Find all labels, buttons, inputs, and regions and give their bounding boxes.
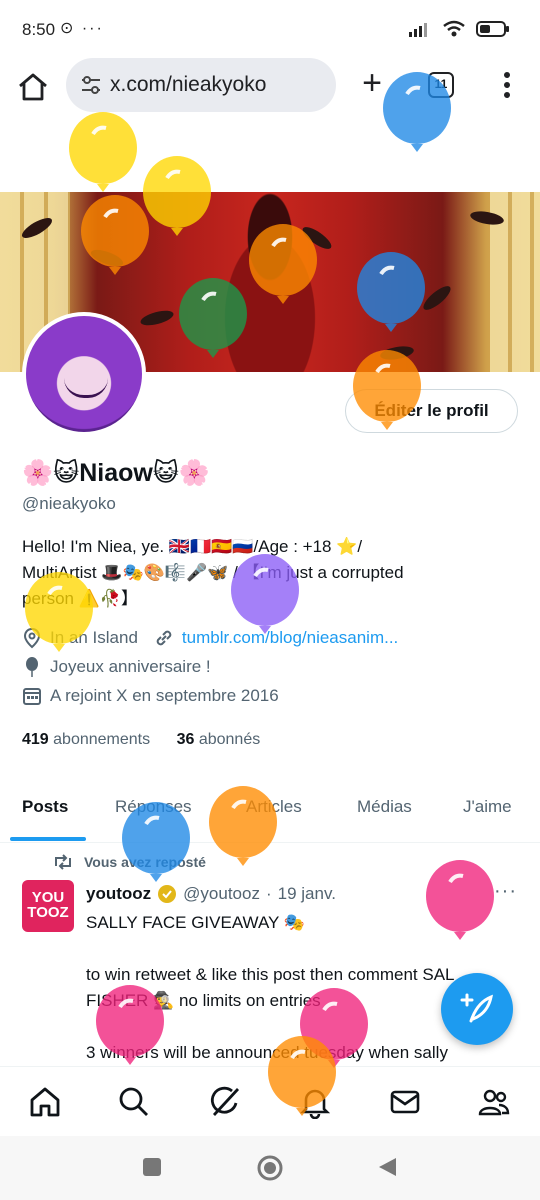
compose-feather-icon bbox=[460, 993, 494, 1023]
post-separator: · bbox=[265, 884, 272, 903]
nav-notifications-icon[interactable] bbox=[298, 1085, 332, 1119]
system-navigation-bar bbox=[0, 1136, 540, 1200]
profile-location: In an Island bbox=[50, 628, 138, 647]
bottom-navigation bbox=[0, 1066, 540, 1136]
location-pin-icon bbox=[23, 627, 41, 649]
profile-birthday: Joyeux anniversaire ! bbox=[50, 657, 211, 676]
compose-post-button[interactable] bbox=[441, 973, 513, 1045]
nav-messages-icon[interactable] bbox=[388, 1085, 422, 1119]
nav-home-icon[interactable] bbox=[28, 1085, 62, 1119]
banner-figure bbox=[200, 192, 340, 372]
followers-count: 36 bbox=[176, 731, 195, 748]
followers-label: abonnés bbox=[198, 731, 261, 748]
post-author-avatar[interactable]: YOU TOOZ bbox=[22, 880, 74, 932]
banner-leaf bbox=[88, 246, 126, 270]
tab-posts[interactable]: Posts bbox=[22, 797, 68, 817]
post-line: SALLY FACE GIVEAWAY 🎭 bbox=[86, 913, 305, 932]
profile-bio: Hello! I'm Niea, ye. 🇬🇧🇫🇷🇪🇸🇷🇺/Age : +18 … bbox=[22, 534, 492, 612]
tab-media[interactable]: Médias bbox=[357, 797, 412, 817]
repost-indicator: Vous avez reposté bbox=[52, 854, 206, 870]
user-handle: @nieakyoko bbox=[22, 494, 116, 513]
bio-line: person ⚠️🥀】 bbox=[22, 589, 139, 608]
avatar-smile bbox=[64, 378, 108, 398]
balloon-icon bbox=[26, 657, 38, 677]
profile-avatar[interactable] bbox=[22, 312, 146, 436]
calendar-icon bbox=[23, 688, 41, 705]
following-link[interactable]: 419 abonnements bbox=[22, 731, 150, 748]
following-count: 419 bbox=[22, 731, 49, 748]
following-label: abonnements bbox=[53, 731, 151, 748]
nav-grok-icon[interactable] bbox=[208, 1085, 242, 1119]
profile-joined-date: A rejoint X en septembre 2016 bbox=[50, 686, 279, 705]
status-notification-icons: ⊙ ··· bbox=[60, 20, 104, 37]
followers-link[interactable]: 36 abonnés bbox=[177, 731, 261, 748]
banner-leaf bbox=[139, 307, 175, 329]
battery-icon bbox=[476, 21, 509, 37]
post-author-name[interactable]: youtooz bbox=[86, 884, 151, 904]
back-icon[interactable] bbox=[376, 1156, 398, 1178]
active-tab-indicator bbox=[10, 837, 86, 841]
link-icon bbox=[156, 630, 172, 646]
status-time: 8:50 bbox=[22, 20, 56, 39]
post-header: youtooz @youtooz · 19 janv. bbox=[86, 884, 336, 904]
tab-articles[interactable]: Articles bbox=[246, 797, 302, 817]
post-more-icon[interactable]: ··· bbox=[494, 880, 517, 903]
profile-meta-joined: A rejoint X en septembre 2016 bbox=[22, 686, 279, 706]
status-right-icons bbox=[408, 20, 510, 38]
address-bar[interactable]: x.com/nieakyoko bbox=[66, 58, 336, 112]
profile-tabs: Posts Réponses Articles Médias J'aime bbox=[0, 775, 540, 843]
wifi-icon bbox=[443, 20, 465, 37]
tab-replies[interactable]: Réponses bbox=[115, 797, 192, 817]
url-text: x.com/nieakyoko bbox=[110, 73, 267, 96]
nav-search-icon[interactable] bbox=[117, 1085, 151, 1119]
site-settings-icon[interactable] bbox=[80, 74, 102, 96]
home-icon[interactable] bbox=[16, 70, 50, 104]
tab-switcher-button[interactable]: 11 bbox=[428, 72, 454, 98]
profile-meta-location-link: In an Island tumblr.com/blog/nieasanim..… bbox=[22, 627, 398, 649]
follow-stats: 419 abonnements 36 abonnés bbox=[22, 731, 260, 749]
verified-badge-icon bbox=[158, 885, 177, 903]
repost-label: Vous avez reposté bbox=[84, 854, 206, 870]
bio-line: Hello! I'm Niea, ye. 🇬🇧🇫🇷🇪🇸🇷🇺/Age : +18 … bbox=[22, 537, 363, 556]
signal-icon bbox=[409, 23, 427, 37]
post-author-handle[interactable]: @youtooz bbox=[183, 884, 260, 904]
post-spacer bbox=[86, 936, 526, 962]
profile-website-link[interactable]: tumblr.com/blog/nieasanim... bbox=[182, 628, 398, 648]
repost-icon bbox=[55, 854, 71, 870]
profile-meta-birthday: Joyeux anniversaire ! bbox=[22, 656, 211, 678]
status-bar: 8:50 ⊙ ··· bbox=[0, 0, 540, 58]
browser-toolbar: x.com/nieakyoko + 11 bbox=[0, 58, 540, 124]
recents-icon[interactable] bbox=[141, 1156, 163, 1178]
nav-communities-icon[interactable] bbox=[477, 1085, 511, 1119]
home-circle-icon[interactable] bbox=[256, 1154, 284, 1182]
banner-leaf bbox=[420, 282, 454, 314]
birthday-balloon bbox=[68, 112, 138, 200]
bio-line: MultiArtist 🎩🎭🎨🎼🎤🦋 / 【I'm just a corrupt… bbox=[22, 563, 404, 582]
banner-leaf bbox=[379, 344, 415, 362]
display-name: 🌸😺Niaow😺🌸 bbox=[22, 459, 211, 487]
post-date[interactable]: 19 janv. bbox=[278, 884, 336, 904]
new-tab-button[interactable]: + bbox=[358, 66, 386, 100]
edit-profile-button[interactable]: Éditer le profil bbox=[345, 389, 518, 433]
tab-likes[interactable]: J'aime bbox=[463, 797, 512, 817]
more-menu-icon[interactable] bbox=[500, 70, 514, 100]
